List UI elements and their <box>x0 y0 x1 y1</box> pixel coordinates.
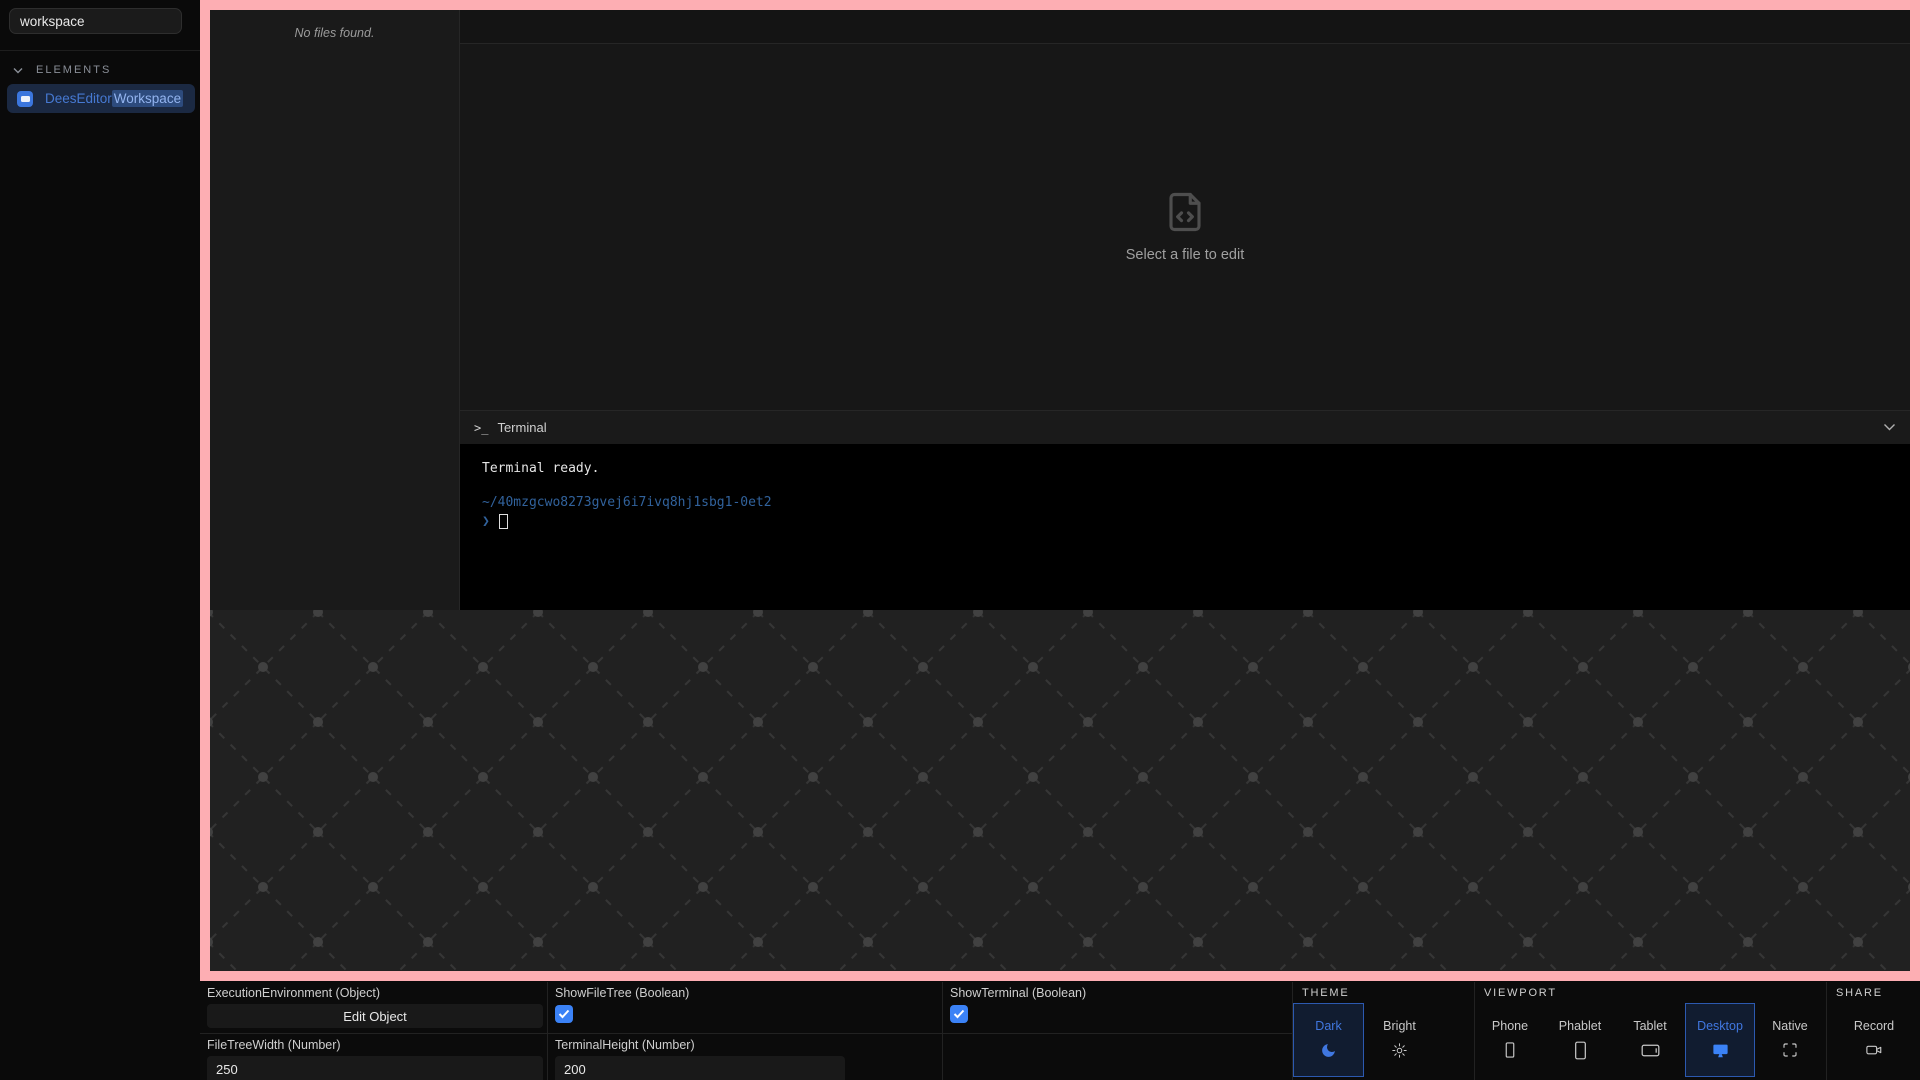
file-tree-empty-text: No files found. <box>210 26 459 40</box>
terminal-prompt-icon: >_ <box>474 421 488 435</box>
property-label: TerminalHeight (Number) <box>555 1038 934 1052</box>
check-icon <box>558 1009 570 1019</box>
search-input[interactable] <box>9 8 182 34</box>
file-code-icon <box>1164 191 1206 233</box>
file-tree-width-input[interactable] <box>207 1056 543 1080</box>
property-grid-empty-cell <box>943 1034 1293 1080</box>
terminal-prompt-line: ❯ <box>482 513 1910 530</box>
property-label: ShowTerminal (Boolean) <box>950 986 1284 1000</box>
editor-column: Select a file to edit >_ Terminal Termin… <box>460 10 1910 610</box>
property-terminal-height: TerminalHeight (Number) <box>548 1034 943 1080</box>
dees-editor-workspace-component: No files found. Select a file to edit >_… <box>210 10 1910 610</box>
share-group-header: SHARE <box>1827 982 1920 1003</box>
sidebar: ELEMENTS DeesEditorWorkspace <box>0 0 200 1080</box>
chevron-down-icon[interactable] <box>1883 423 1896 432</box>
component-icon <box>17 91 33 107</box>
tablet-icon <box>1640 1039 1661 1061</box>
monitor-icon <box>1711 1039 1730 1061</box>
chevron-down-icon <box>13 67 23 74</box>
viewport-phone-button[interactable]: Phone <box>1475 1003 1545 1077</box>
edit-object-button[interactable]: Edit Object <box>207 1004 543 1028</box>
show-file-tree-checkbox[interactable] <box>555 1005 573 1023</box>
check-icon <box>953 1009 965 1019</box>
file-tree-panel: No files found. <box>210 10 460 610</box>
property-grid: ExecutionEnvironment (Object) Edit Objec… <box>200 982 1293 1080</box>
fullscreen-icon <box>1782 1039 1798 1061</box>
terminal-ready-line: Terminal ready. <box>482 460 1910 477</box>
viewport-phablet-button[interactable]: Phablet <box>1545 1003 1615 1077</box>
terminal-panel: >_ Terminal Terminal ready. ~/40mzgcwo82… <box>460 410 1910 610</box>
properties-panel: ExecutionEnvironment (Object) Edit Objec… <box>200 982 1920 1080</box>
terminal-cursor <box>499 514 508 529</box>
share-record-button[interactable]: Record <box>1833 1003 1915 1077</box>
phone-icon <box>1500 1039 1520 1061</box>
viewport-native-button[interactable]: Native <box>1755 1003 1825 1077</box>
show-terminal-checkbox[interactable] <box>950 1005 968 1023</box>
elements-section-header[interactable]: ELEMENTS <box>0 62 200 78</box>
video-camera-icon <box>1865 1039 1883 1061</box>
sidebar-item-dees-editor-workspace[interactable]: DeesEditorWorkspace <box>7 84 195 113</box>
component-preview-stage: No files found. Select a file to edit >_… <box>200 0 1920 981</box>
phablet-icon <box>1570 1039 1591 1061</box>
terminal-cwd-line: ~/40mzgcwo8273gvej6i7ivq8hj1sbg1-0et2 <box>482 494 1910 511</box>
terminal-title: Terminal <box>497 420 546 435</box>
theme-group: THEME Dark Bright <box>1293 982 1475 1080</box>
property-label: FileTreeWidth (Number) <box>207 1038 539 1052</box>
theme-group-header: THEME <box>1293 982 1474 1003</box>
elements-header-label: ELEMENTS <box>36 64 111 76</box>
moon-icon <box>1320 1039 1337 1061</box>
editor-tab-bar <box>460 10 1910 44</box>
editor-empty-state: Select a file to edit <box>460 44 1910 410</box>
property-execution-environment: ExecutionEnvironment (Object) Edit Objec… <box>200 982 548 1034</box>
viewport-tablet-button[interactable]: Tablet <box>1615 1003 1685 1077</box>
viewport-group-header: VIEWPORT <box>1475 982 1826 1003</box>
sun-icon <box>1391 1039 1408 1061</box>
property-show-file-tree: ShowFileTree (Boolean) <box>548 982 943 1034</box>
search-match-highlight: Workspace <box>112 90 183 107</box>
terminal-header[interactable]: >_ Terminal <box>460 410 1910 444</box>
editor-placeholder-text: Select a file to edit <box>1126 247 1245 263</box>
share-group: SHARE Record <box>1827 982 1920 1080</box>
terminal-height-input[interactable] <box>555 1056 845 1080</box>
property-label: ShowFileTree (Boolean) <box>555 986 934 1000</box>
element-label: DeesEditorWorkspace <box>45 91 183 106</box>
property-file-tree-width: FileTreeWidth (Number) <box>200 1034 548 1080</box>
theme-dark-button[interactable]: Dark <box>1293 1003 1364 1077</box>
sidebar-divider <box>0 50 200 51</box>
viewport-desktop-button[interactable]: Desktop <box>1685 1003 1755 1077</box>
property-label: ExecutionEnvironment (Object) <box>207 986 539 1000</box>
property-show-terminal: ShowTerminal (Boolean) <box>943 982 1293 1034</box>
theme-bright-button[interactable]: Bright <box>1364 1003 1435 1077</box>
stage-control-groups: THEME Dark Bright <box>1293 982 1920 1080</box>
terminal-output[interactable]: Terminal ready. ~/40mzgcwo8273gvej6i7ivq… <box>460 444 1910 610</box>
viewport-group: VIEWPORT Phone Phablet <box>1475 982 1827 1080</box>
